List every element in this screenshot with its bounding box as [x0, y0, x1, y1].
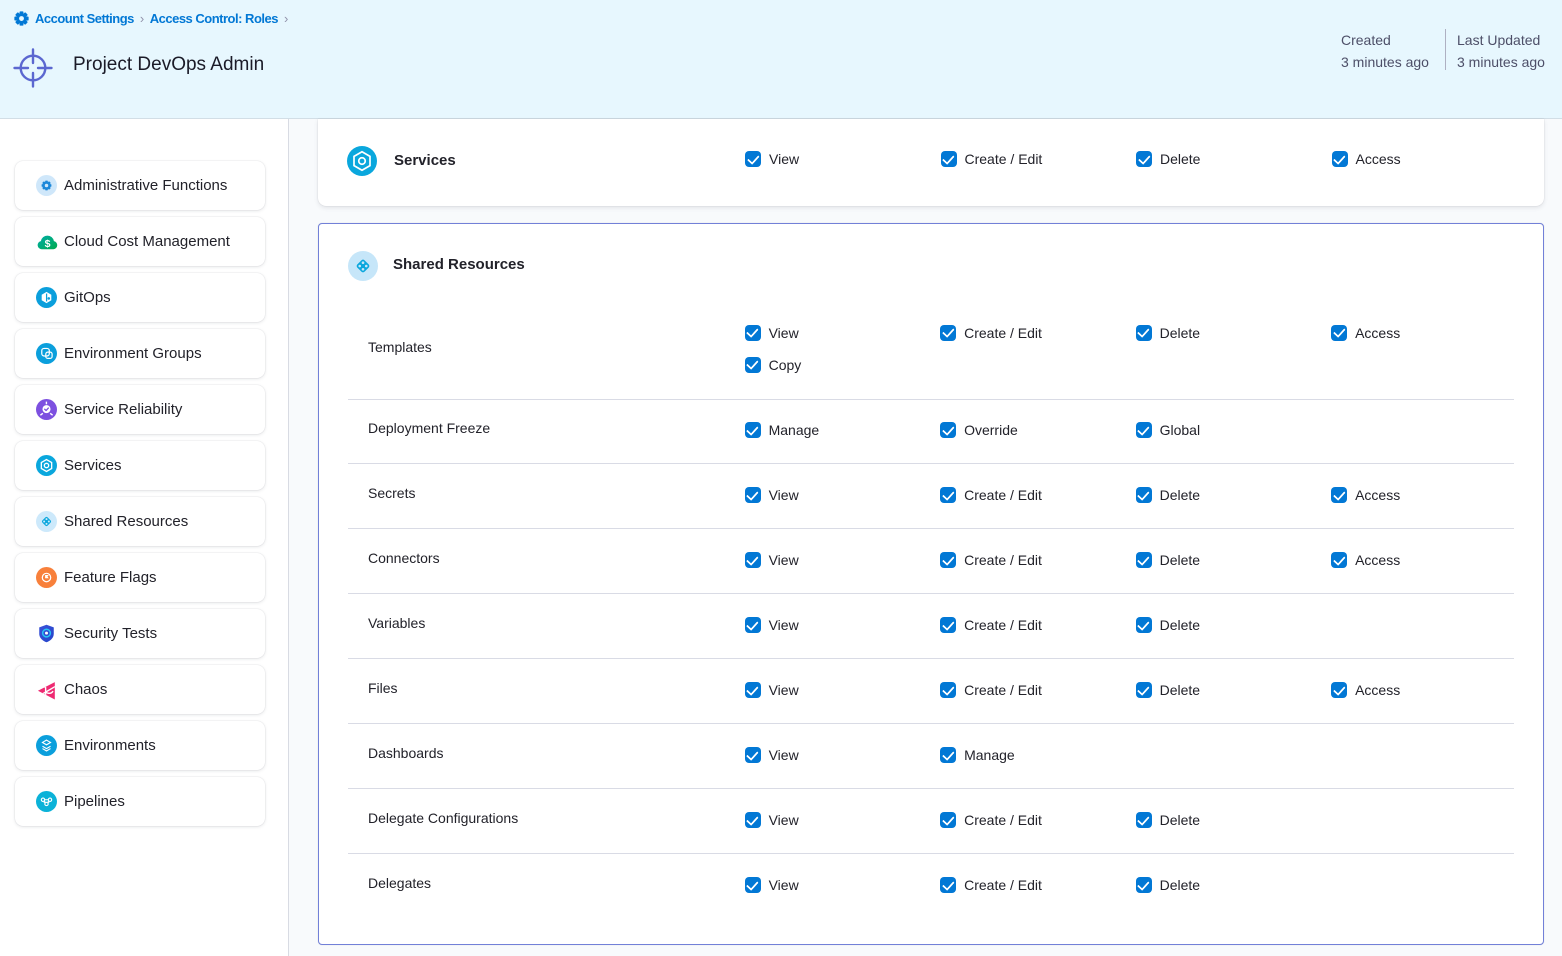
- svg-text:$: $: [44, 238, 50, 250]
